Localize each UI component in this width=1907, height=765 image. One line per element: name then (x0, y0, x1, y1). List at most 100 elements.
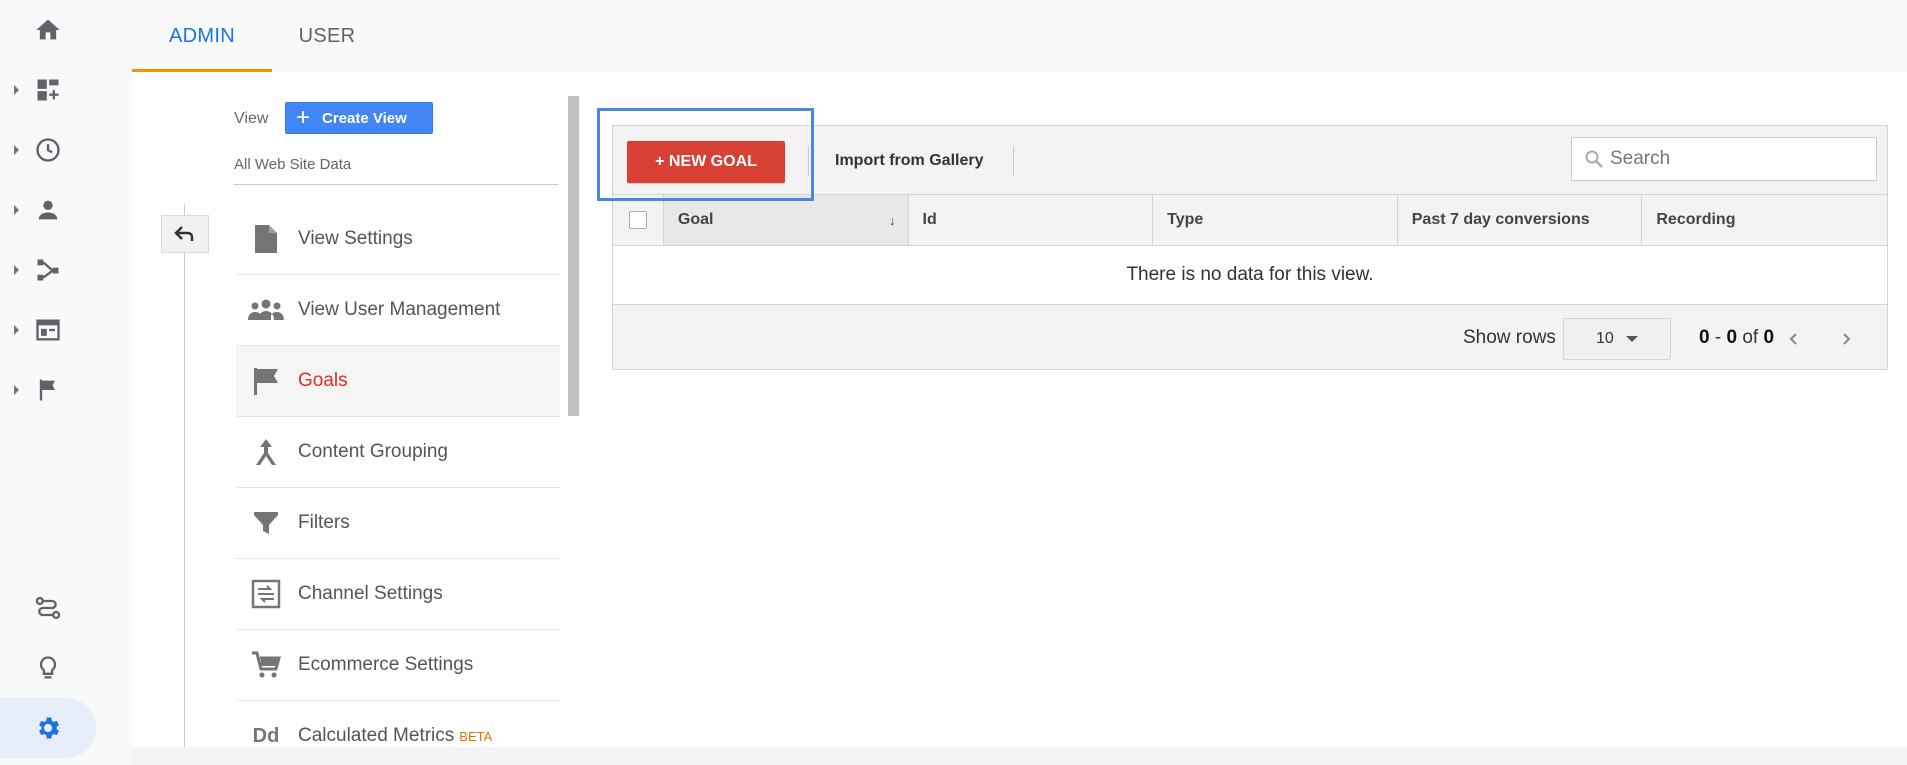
column-header-goal[interactable]: Goal ↓ (663, 195, 909, 245)
nav-attribution[interactable] (0, 578, 110, 638)
toolbar-divider (1013, 146, 1014, 176)
filter-icon (254, 512, 278, 534)
back-button[interactable] (161, 215, 209, 253)
menu-item-view-user-management[interactable]: View User Management (236, 275, 560, 346)
chevron-left-icon (1789, 333, 1797, 345)
menu-item-label: Channel Settings (298, 583, 443, 604)
select-all-checkbox[interactable] (628, 211, 647, 229)
import-from-gallery-link[interactable]: Import from Gallery (835, 152, 983, 170)
column-header-label: Id (922, 211, 937, 228)
home-icon (36, 19, 60, 40)
settings-scrollbar[interactable] (568, 96, 579, 416)
nav-conversions[interactable] (0, 360, 110, 420)
sort-arrow-icon: ↓ (889, 212, 896, 228)
range-separator: - (1709, 327, 1727, 348)
previous-page-button[interactable] (1779, 324, 1809, 354)
column-header-recording[interactable]: Recording (1642, 195, 1887, 245)
lightbulb-icon (39, 656, 57, 679)
view-settings-menu: View Settings View User Management Goals… (236, 204, 560, 765)
behavior-icon (36, 319, 60, 341)
show-rows-label: Show rows (1463, 327, 1556, 348)
expand-caret-icon (14, 325, 19, 335)
nav-realtime[interactable] (0, 120, 110, 180)
nav-behavior[interactable] (0, 300, 110, 360)
menu-item-view-settings[interactable]: View Settings (236, 204, 560, 275)
nav-discover[interactable] (0, 638, 110, 698)
range-total: 0 (1763, 327, 1775, 348)
column-header-type[interactable]: Type (1153, 195, 1398, 245)
admin-content: View + Create View All Web Site Data Vie… (132, 72, 1907, 747)
menu-item-label: View User Management (298, 299, 501, 320)
back-arrow-icon (174, 226, 194, 241)
left-nav-rail (0, 0, 110, 765)
menu-item-label: Goals (298, 370, 348, 391)
column-header-label: Type (1167, 211, 1204, 228)
nav-admin[interactable] (0, 698, 96, 758)
range-of: of (1737, 327, 1764, 348)
search-field[interactable] (1571, 137, 1877, 181)
menu-item-channel-settings[interactable]: Channel Settings (236, 559, 560, 630)
tab-admin[interactable]: ADMIN (132, 0, 272, 72)
rows-per-page-value: 10 (1596, 330, 1614, 347)
bottom-strip (132, 747, 1907, 765)
expand-caret-icon (14, 145, 19, 155)
divider (234, 184, 558, 185)
menu-item-label: View Settings (298, 228, 413, 249)
column-header-label: Past 7 day conversions (1411, 211, 1590, 228)
column-header-id[interactable]: Id (909, 195, 1154, 245)
menu-item-label: Ecommerce Settings (298, 654, 474, 675)
acquisition-icon (37, 259, 59, 281)
menu-item-goals[interactable]: Goals (236, 346, 560, 417)
range-end: 0 (1726, 327, 1738, 348)
admin-tabs: ADMIN USER (132, 0, 1907, 72)
menu-item-content-grouping[interactable]: Content Grouping (236, 417, 560, 488)
menu-item-ecommerce-settings[interactable]: Ecommerce Settings (236, 630, 560, 701)
nav-customization[interactable] (0, 60, 110, 120)
plus-icon: + (296, 104, 311, 131)
header-checkbox-cell (613, 195, 664, 245)
view-selector[interactable]: All Web Site Data (234, 156, 351, 173)
create-view-button[interactable]: + Create View (285, 102, 433, 134)
flag-icon (39, 379, 55, 401)
menu-item-label: Content Grouping (298, 441, 448, 462)
new-goal-button[interactable]: + NEW GOAL (627, 141, 785, 183)
empty-state-message: There is no data for this view. (613, 246, 1887, 305)
range-start: 0 (1699, 327, 1710, 348)
menu-item-label: Calculated Metrics (298, 725, 455, 746)
flag-icon (254, 368, 278, 395)
table-header: Goal ↓ Id Type Past 7 day conversions Re… (613, 194, 1887, 246)
nav-audience[interactable] (0, 180, 110, 240)
pagination-range: 0 - 0 of 0 (1699, 327, 1774, 349)
create-view-label: Create View (322, 109, 407, 127)
document-icon (255, 225, 277, 253)
search-input[interactable] (1610, 148, 1860, 170)
tab-user[interactable]: USER (272, 0, 382, 72)
menu-item-label: Filters (298, 512, 350, 533)
cart-icon (252, 651, 281, 678)
search-icon (1585, 150, 1603, 168)
clock-icon (36, 138, 60, 162)
view-label: View (234, 110, 269, 127)
nav-home[interactable] (0, 0, 110, 60)
channel-icon (251, 579, 281, 609)
table-footer: Show rows 10 0 - 0 of 0 (613, 305, 1887, 371)
next-page-button[interactable] (1831, 324, 1861, 354)
toolbar-divider (808, 146, 809, 176)
menu-item-filters[interactable]: Filters (236, 488, 560, 559)
users-icon (248, 299, 284, 320)
goals-table-panel: + NEW GOAL Import from Gallery Goal ↓ Id… (612, 125, 1888, 370)
chevron-right-icon (1843, 333, 1851, 345)
attribution-icon (35, 596, 61, 620)
nav-acquisition[interactable] (0, 240, 110, 300)
chevron-down-icon (1625, 336, 1638, 342)
expand-caret-icon (14, 385, 19, 395)
expand-caret-icon (14, 265, 19, 275)
column-header-label: Recording (1656, 211, 1736, 228)
person-icon (38, 200, 58, 220)
gear-icon (39, 717, 60, 739)
rows-per-page-select[interactable]: 10 (1563, 318, 1671, 360)
expand-caret-icon (14, 205, 19, 215)
goals-toolbar: + NEW GOAL Import from Gallery (613, 126, 1887, 194)
column-header-conversions[interactable]: Past 7 day conversions (1398, 195, 1643, 245)
beta-badge: BETA (459, 728, 493, 744)
